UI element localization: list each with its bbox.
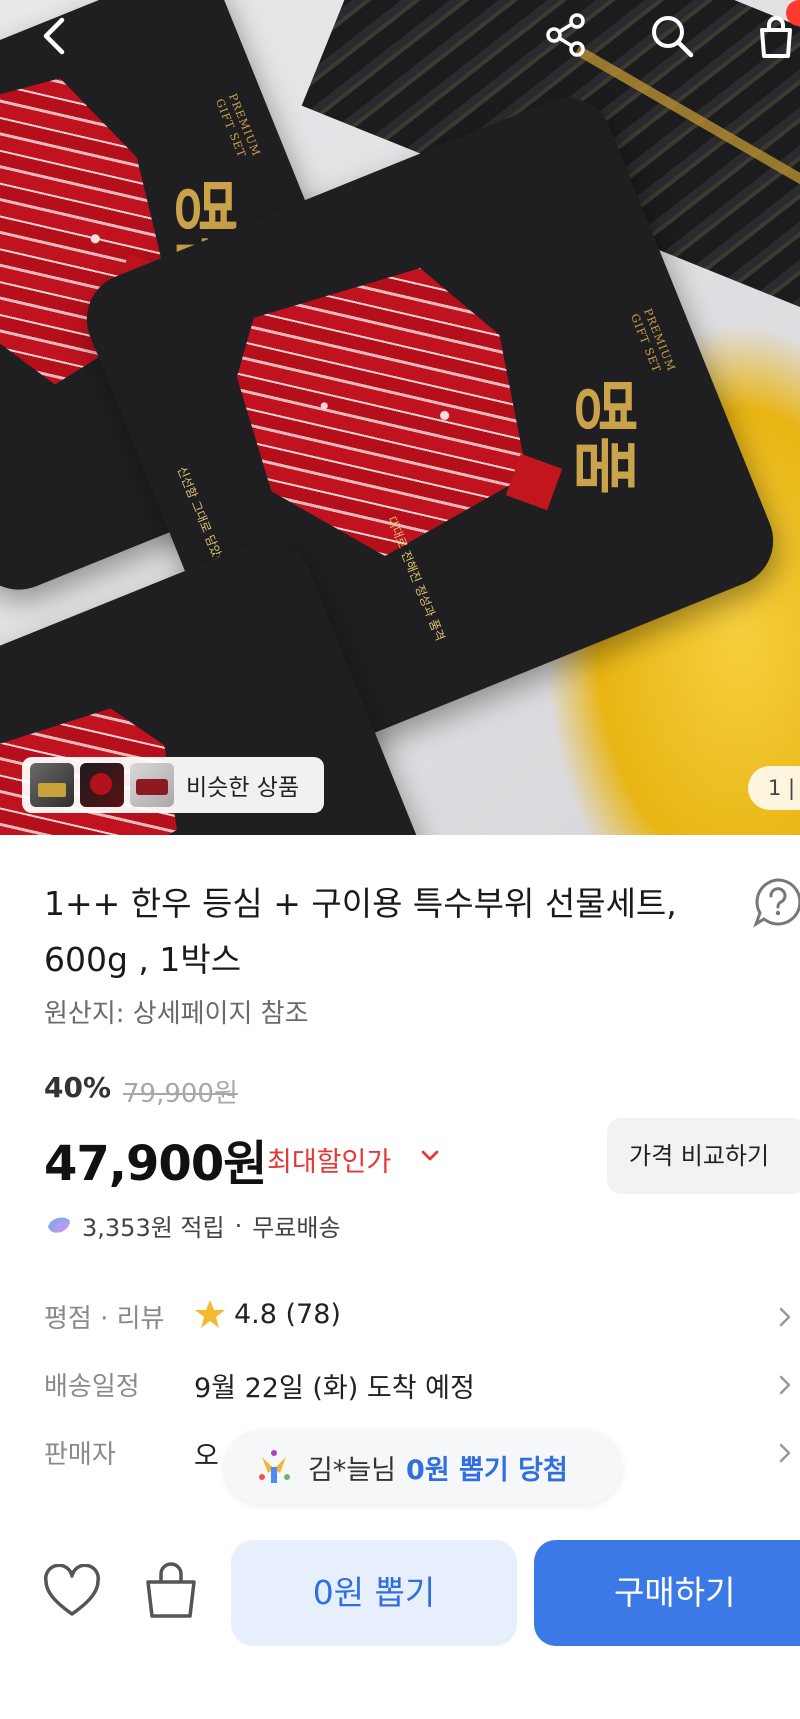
box-brand-center: 명품 <box>565 377 641 495</box>
similar-thumbnail <box>80 763 124 807</box>
separator-dot: · <box>234 1211 243 1240</box>
price-compare-button[interactable]: 가격 비교하기 <box>607 1118 800 1194</box>
chevron-right-icon[interactable] <box>778 1442 792 1464</box>
bottom-action-bar: 0원 뽑기 구매하기 <box>0 1540 800 1719</box>
product-origin: 원산지: 상세페이지 참조 <box>44 999 309 1029</box>
heart-icon[interactable] <box>42 1564 102 1620</box>
similar-thumbnail <box>30 763 74 807</box>
top-navigation-bar <box>0 0 800 76</box>
original-price: 79,900원 <box>123 1079 238 1109</box>
rating-score: 4.8 (78) <box>234 1298 341 1330</box>
similar-thumbnail <box>130 763 174 807</box>
back-arrow-icon[interactable] <box>38 14 72 58</box>
toast-highlight: 0원 뽑기 당첨 <box>406 1454 568 1486</box>
winner-toast: 김*늘님 0원 뽑기 당첨 <box>224 1430 622 1504</box>
product-title: 1++ 한우 등심 + 구이용 특수부위 선물세트, 600g , 1박스 <box>44 884 677 979</box>
max-discount-toggle[interactable]: 최대할인가 <box>267 1140 391 1179</box>
delivery-value: 9월 22일 (화) 도착 예정 <box>194 1373 475 1404</box>
points-icon <box>48 1217 70 1233</box>
delivery-schedule-row[interactable]: 배송일정 9월 22일 (화) 도착 예정 <box>44 1358 800 1408</box>
help-icon[interactable] <box>752 876 800 928</box>
chevron-right-icon[interactable] <box>778 1306 792 1328</box>
seller-value: 오 <box>194 1441 219 1472</box>
similar-products-label: 비슷한 상품 <box>186 775 300 801</box>
shipping-fee-text: 무료배송 <box>252 1214 341 1242</box>
delivery-label: 배송일정 <box>44 1372 140 1402</box>
points-text: 3,353원 적립 <box>82 1214 225 1242</box>
buy-button[interactable]: 구매하기 <box>534 1540 800 1646</box>
free-draw-button[interactable]: 0원 뽑기 <box>231 1540 517 1646</box>
product-image-carousel[interactable]: 명품 PREMIUM GIFT SET 명품 PREMIUM GIFT SET … <box>0 0 800 835</box>
shopping-bag-icon[interactable] <box>142 1560 200 1622</box>
rating-label: 평점 · 리뷰 <box>44 1304 165 1334</box>
similar-products-chip[interactable]: 비슷한 상품 <box>22 757 324 813</box>
rating-value: 4.8 (78) <box>194 1298 341 1330</box>
confetti-icon <box>259 1450 290 1483</box>
image-page-indicator: 1 | 2 <box>748 766 800 810</box>
toast-winner-name: 김*늘님 <box>308 1454 397 1486</box>
seller-label: 판매자 <box>44 1440 116 1470</box>
chevron-down-icon[interactable] <box>420 1149 440 1163</box>
search-icon[interactable] <box>648 12 696 60</box>
chevron-right-icon[interactable] <box>778 1374 792 1396</box>
share-icon[interactable] <box>544 12 590 58</box>
points-and-shipping: 3,353원 적립 · 무료배송 <box>44 1208 341 1243</box>
rating-review-row[interactable]: 평점 · 리뷰 4.8 (78) <box>44 1290 800 1340</box>
sale-price: 47,900원 <box>44 1136 267 1192</box>
discount-percent: 40% <box>44 1071 112 1104</box>
star-icon <box>195 1300 225 1328</box>
